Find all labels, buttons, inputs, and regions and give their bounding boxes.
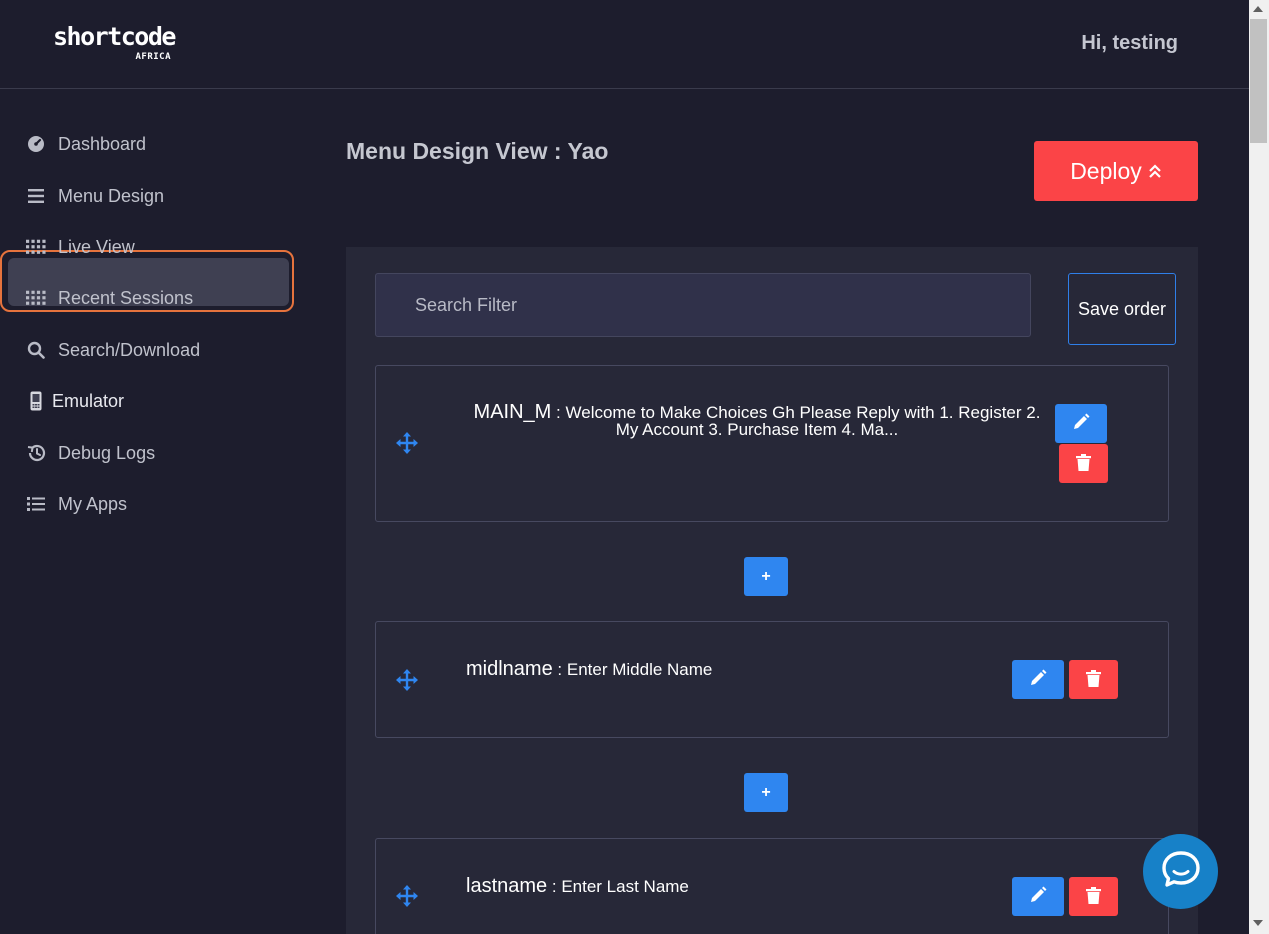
move-arrows-icon[interactable] [396, 885, 418, 907]
user-greeting[interactable]: Hi, testing [1081, 32, 1178, 55]
trash-icon [1086, 886, 1101, 907]
edit-menu-button[interactable] [1055, 404, 1107, 443]
top-bar: shortcode AFRICA Hi, testing [0, 0, 1249, 89]
scroll-up-arrow-icon[interactable] [1253, 6, 1263, 12]
sidebar-item-label: Emulator [52, 390, 125, 411]
sidebar-item-my-apps[interactable]: My Apps [26, 489, 127, 519]
menu-card: midlname : Enter Middle Name [375, 621, 1169, 738]
sidebar-item-label: Recent Sessions [58, 287, 194, 308]
search-icon [26, 340, 46, 360]
move-arrows-icon[interactable] [396, 432, 418, 454]
trash-icon [1076, 453, 1091, 474]
history-icon [26, 443, 46, 463]
menu-message: Welcome to Make Choices Gh Please Reply … [565, 403, 1041, 439]
sidebar-item-label: Menu Design [58, 185, 165, 206]
grid-dots-icon [26, 288, 46, 308]
deploy-button[interactable]: Deploy [1034, 141, 1198, 201]
mobile-phone-icon [26, 391, 46, 411]
chat-icon [1161, 850, 1201, 893]
hamburger-icon [26, 186, 46, 206]
sidebar-item-emulator[interactable]: Emulator [26, 386, 124, 416]
menu-key: MAIN_M [473, 401, 552, 423]
menu-message: Enter Last Name [561, 877, 689, 896]
sidebar-item-recent-sessions[interactable]: Recent Sessions [26, 283, 193, 313]
grid-dots-icon [26, 237, 46, 257]
menu-key: lastname [466, 875, 548, 897]
logo-main-text: shortcode [53, 22, 176, 51]
pencil-icon [1072, 413, 1090, 434]
menu-key: midlname [466, 658, 553, 680]
logo-sub-text: AFRICA [135, 52, 171, 62]
save-order-button[interactable]: Save order [1068, 273, 1176, 345]
edit-menu-button[interactable] [1012, 877, 1064, 916]
move-arrows-icon[interactable] [396, 669, 418, 691]
add-menu-button[interactable]: + [744, 773, 788, 812]
search-filter-input[interactable] [375, 273, 1031, 337]
dashboard-gauge-icon [26, 134, 46, 154]
menu-card: MAIN_M : Welcome to Make Choices Gh Plea… [375, 365, 1169, 522]
list-icon [26, 494, 46, 514]
sidebar-item-debug-logs[interactable]: Debug Logs [26, 438, 155, 468]
sidebar-item-label: Debug Logs [58, 442, 156, 463]
logo[interactable]: shortcode AFRICA [53, 22, 176, 64]
menu-card: lastname : Enter Last Name [375, 838, 1169, 934]
delete-menu-button[interactable] [1069, 877, 1118, 916]
trash-icon [1086, 669, 1101, 690]
pencil-icon [1029, 669, 1047, 690]
delete-menu-button[interactable] [1069, 660, 1118, 699]
deploy-button-label: Deploy [1070, 157, 1142, 184]
sidebar-item-label: Live View [58, 236, 135, 257]
pencil-icon [1029, 886, 1047, 907]
delete-menu-button[interactable] [1059, 444, 1108, 483]
menu-message: Enter Middle Name [566, 660, 713, 679]
double-chevron-up-icon [1148, 158, 1162, 185]
scrollbar-thumb[interactable] [1250, 19, 1267, 143]
sidebar-item-label: My Apps [58, 493, 128, 514]
scroll-down-arrow-icon[interactable] [1253, 920, 1263, 926]
sidebar-item-dashboard[interactable]: Dashboard [26, 129, 146, 159]
sidebar-item-label: Search/Download [58, 339, 201, 360]
chat-widget-button[interactable] [1143, 834, 1218, 909]
sidebar-item-live-view[interactable]: Live View [26, 232, 135, 262]
menu-card-text: MAIN_M : Welcome to Make Choices Gh Plea… [473, 401, 1041, 439]
sidebar-item-menu-design[interactable]: Menu Design [26, 181, 164, 211]
menu-card-text: lastname : Enter Last Name [466, 875, 689, 897]
menu-card-text: midlname : Enter Middle Name [466, 658, 713, 680]
add-menu-button[interactable]: + [744, 557, 788, 596]
sidebar-item-search-download[interactable]: Search/Download [26, 335, 200, 365]
sidebar-item-label: Dashboard [58, 133, 147, 154]
page-title: Menu Design View : Yao [346, 138, 609, 164]
edit-menu-button[interactable] [1012, 660, 1064, 699]
